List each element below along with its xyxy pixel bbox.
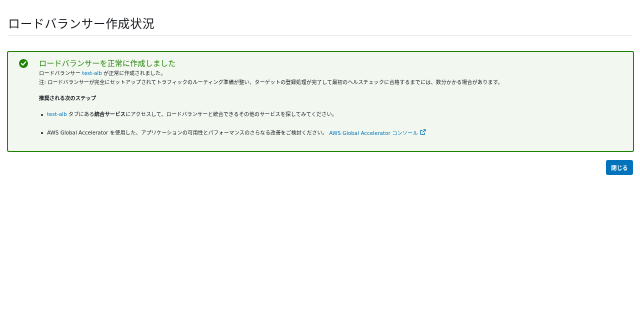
close-button[interactable]: 閉じる	[606, 160, 633, 175]
next-step-item: AWS Global Accelerator を使用した、アプリケーションの可用…	[39, 129, 426, 137]
alert-created-message: ロードバランサー test-alb が正常に作成されました。	[39, 70, 166, 77]
external-link-icon	[420, 129, 426, 137]
integrations-label: 統合サービス	[94, 112, 126, 118]
check-circle-icon	[19, 59, 28, 68]
bullet1-mid: タブにある	[66, 112, 95, 118]
alert-heading: ロードバランサーを正常に作成しました	[39, 59, 176, 68]
created-suffix: が正常に作成されました。	[101, 71, 166, 77]
global-accelerator-console-link[interactable]: AWS Global Accelerator コンソール	[329, 129, 426, 137]
integrations-tab-link[interactable]: test-alb	[47, 112, 67, 118]
title-divider	[8, 35, 632, 36]
bullet-dot	[41, 113, 43, 116]
alert-note: 注: ロードバランサーが完全にセットアップされてトラフィックのルーティング準備が…	[39, 80, 503, 86]
bullet2-text: AWS Global Accelerator を使用した、アプリケーションの可用…	[47, 130, 328, 137]
bullet-dot	[41, 132, 43, 134]
bullet1-suffix: にアクセスして、ロードバランサーと統合できるその他のサービスを探してみてください…	[125, 112, 338, 118]
load-balancer-link[interactable]: test-alb	[82, 71, 102, 77]
page-title: ロードバランサー作成状況	[8, 17, 155, 31]
created-prefix: ロードバランサー	[39, 71, 83, 77]
success-alert: ロードバランサーを正常に作成しました ロードバランサー test-alb が正常…	[7, 51, 634, 152]
next-steps-title: 推奨される次のステップ	[39, 96, 97, 102]
page: ロードバランサー作成状況 ロードバランサーを正常に作成しました ロードバランサー…	[0, 0, 640, 319]
next-step-item: test-alb タブにある統合サービスにアクセスして、ロードバランサーと統合で…	[39, 111, 337, 118]
global-accelerator-link-label: AWS Global Accelerator コンソール	[329, 130, 418, 137]
